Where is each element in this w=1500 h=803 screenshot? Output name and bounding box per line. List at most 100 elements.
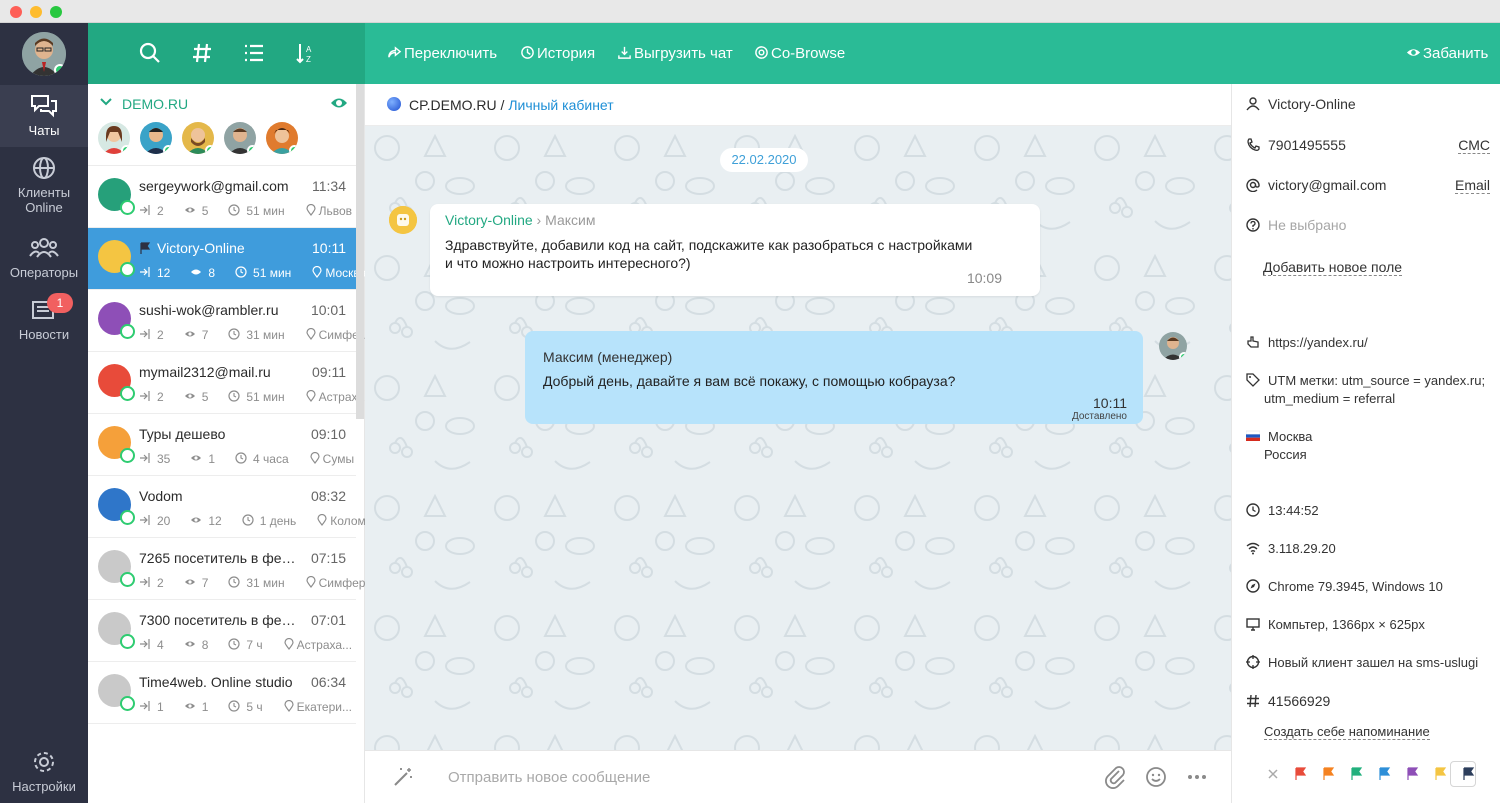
create-reminder-link[interactable]: Создать себе напоминание [1264,724,1430,740]
user-avatar[interactable] [22,32,66,76]
eye-icon [191,269,202,275]
visitor-avatar [98,178,135,215]
cobrowse-button[interactable]: Co-Browse [754,45,845,62]
message-text: Здравствуйте, добавили код на сайт, подс… [445,237,973,271]
topic-select[interactable]: Не выбрано [1246,217,1346,233]
magic-wand-icon[interactable] [391,765,415,789]
send-sms-link[interactable]: СМС [1458,137,1490,154]
chat-list-item[interactable]: 7265 посетитель в февр... 07:15 2 7 31 мин Си… [88,538,375,600]
message-sender: Максим (менеджер) [543,349,673,365]
chevron-down-icon[interactable] [100,96,112,108]
russia-flag-icon [1245,430,1261,441]
nav-item-operators[interactable]: Операторы [0,227,88,289]
flag-color-option[interactable] [1434,767,1448,781]
send-email-link[interactable]: Email [1454,177,1490,194]
flag-color-option[interactable] [1350,767,1364,781]
nav-item-chats[interactable]: Чаты [0,85,88,147]
location-pin-icon [310,452,320,464]
chat-time: 08:32 [310,488,346,504]
nav-item-clients-online[interactable]: Клиенты Online [0,147,88,215]
selected-flag-frame [1450,761,1476,787]
message-text: Добрый день, давайте я вам всё покажу, с… [543,373,956,389]
flag-color-option[interactable] [1406,767,1420,781]
site-breadcrumb: CP.DEMO.RU / Личный кабинет [365,84,1231,126]
location-pin-icon [306,390,316,402]
crosshair-icon [1246,655,1260,669]
location-pin-icon [284,700,294,712]
message-time: 10:09 [966,270,1002,286]
chat-list-scrollbar[interactable] [356,84,364,419]
enter-icon [140,577,150,587]
eye-icon[interactable] [330,96,348,110]
export-chat-button[interactable]: Выгрузить чат [617,45,733,62]
site-favicon-icon [387,97,401,111]
chat-list-item[interactable]: Vodom 08:32 20 12 1 день Коломна [88,476,379,538]
history-icon [521,46,534,59]
visitor-avatar [98,364,135,401]
operator-avatar[interactable] [140,122,172,154]
download-icon [618,46,631,59]
clear-flag-icon[interactable] [1266,767,1280,781]
clock-icon [235,266,247,278]
ban-button[interactable]: Забанить [1406,45,1488,62]
history-button[interactable]: История [520,45,595,62]
eye-icon [184,207,195,213]
message-sender[interactable]: Victory-Online [445,212,533,228]
enter-icon [140,329,150,339]
chat-time: 11:34 [312,178,346,194]
at-icon [1246,178,1260,193]
flag-color-option[interactable] [1294,767,1308,781]
paperclip-icon[interactable] [1103,765,1127,789]
chat-list-item[interactable]: Time4web. Online studio 06:34 1 1 5 ч Екатери… [88,662,356,724]
more-options-icon[interactable] [1185,765,1209,789]
enter-icon [140,205,150,215]
group-title[interactable]: DEMO.RU [122,96,188,112]
chat-title: sushi-wok@rambler.ru [139,302,279,318]
nav-item-settings[interactable]: Настройки [0,741,88,803]
operator-avatar[interactable] [224,122,256,154]
sort-icon[interactable]: AZ [294,41,318,65]
question-icon [1246,218,1260,232]
operator-avatar[interactable] [98,122,130,154]
operator-avatar[interactable] [266,122,298,154]
visitor-phone[interactable]: 7901495555 [1246,137,1346,153]
chat-list-item[interactable]: 7300 посетитель в февр... 07:01 4 8 7 ч Астра… [88,600,356,662]
visitor-name[interactable]: Victory-Online [1246,96,1356,112]
chat-title: Vodom [139,488,183,504]
visitor-browser: Chrome 79.3945, Windows 10 [1246,579,1443,594]
chat-list-item[interactable]: Туры дешево 09:10 35 1 4 часа Сумы [88,414,356,476]
chat-list-item[interactable]: sushi-wok@rambler.ru 10:01 2 7 31 мин Симфе..… [88,290,369,352]
chat-time: 10:11 [312,240,346,256]
chat-list-item[interactable]: mymail2312@mail.ru 09:11 2 5 51 мин Астраха..… [88,352,374,414]
flag-color-option[interactable] [1378,767,1392,781]
search-icon[interactable] [138,41,162,65]
chat-meta: 35 1 4 часа Сумы [139,452,374,466]
referrer[interactable]: https://yandex.ru/ [1246,335,1368,350]
page-link[interactable]: Личный кабинет [508,97,613,113]
hashtag-icon[interactable] [190,41,214,65]
switch-button[interactable]: Переключить [387,45,497,62]
chat-time: 09:11 [312,364,346,380]
emoji-icon[interactable] [1144,765,1168,789]
tag-icon [1246,373,1260,387]
nav-item-news[interactable]: 1 Новости [0,289,88,351]
new-client-note: Новый клиент зашел на sms-uslugi [1246,655,1478,670]
maximize-window-button[interactable] [50,6,62,18]
list-toolbar: AZ [88,23,365,84]
message-input[interactable]: Отправить новое сообщение [448,769,650,786]
visitor-avatar [98,674,135,711]
close-window-button[interactable] [10,6,22,18]
list-icon[interactable] [242,41,266,65]
phone-icon [1247,138,1260,151]
visitor-avatar [98,550,135,587]
flag-color-option[interactable] [1322,767,1336,781]
add-field-link[interactable]: Добавить новое поле [1263,259,1403,276]
minimize-window-button[interactable] [30,6,42,18]
chat-list-item[interactable]: sergeywork@gmail.com 11:34 2 5 51 мин Львов [88,166,356,228]
chat-list-item[interactable]: Victory-Online 10:11 12 8 51 мин Москва [88,228,366,290]
outgoing-message: Максим (менеджер) Добрый день, давайте я… [525,331,1143,424]
eye-icon [1406,49,1421,56]
operator-avatar[interactable] [182,122,214,154]
visitor-email[interactable]: victory@gmail.com [1246,177,1386,193]
chat-meta: 20 12 1 день Коломна [139,514,399,528]
